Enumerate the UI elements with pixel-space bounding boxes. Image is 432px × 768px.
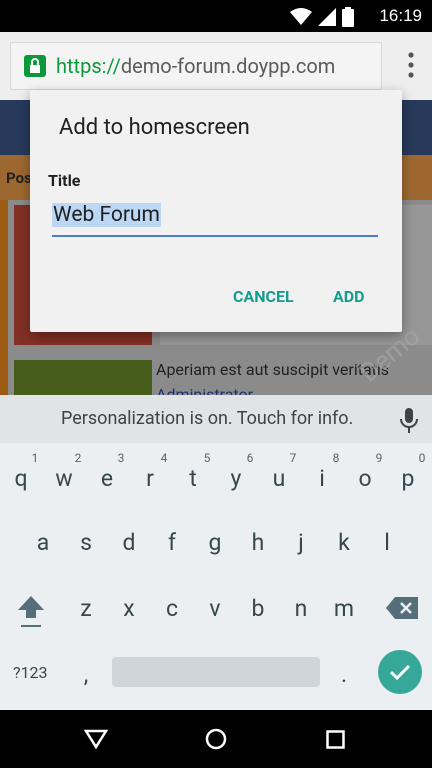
- key-k[interactable]: k: [324, 529, 364, 556]
- title-input[interactable]: Web Forum: [52, 203, 378, 237]
- key-y[interactable]: y: [216, 465, 256, 492]
- checkmark-icon: [389, 664, 411, 681]
- key-i[interactable]: i: [302, 465, 342, 492]
- key-h[interactable]: h: [238, 529, 278, 556]
- done-button[interactable]: [378, 650, 422, 694]
- key-period[interactable]: .: [324, 661, 364, 688]
- key-hint: 7: [289, 451, 297, 465]
- status-bar: 16:19: [0, 0, 432, 32]
- clock: 16:19: [379, 6, 422, 25]
- key-hint: 8: [332, 451, 340, 465]
- url-field[interactable]: https://demo-forum.doypp.com: [10, 42, 382, 90]
- url-text: https://demo-forum.doypp.com: [56, 54, 336, 78]
- navigation-bar: [0, 710, 432, 768]
- key-m[interactable]: m: [324, 595, 364, 622]
- key-hint: 0: [418, 451, 426, 465]
- title-label: Title: [48, 171, 81, 190]
- key-b[interactable]: b: [238, 595, 278, 622]
- key-a[interactable]: a: [23, 529, 63, 556]
- title-input-text: Web Forum: [52, 203, 161, 227]
- signal-icon: [318, 8, 336, 26]
- microphone-icon[interactable]: [400, 408, 418, 434]
- recents-icon[interactable]: [326, 730, 345, 749]
- key-o[interactable]: o: [345, 465, 385, 492]
- key-hint: 2: [74, 451, 82, 465]
- soft-keyboard: Personalization is on. Touch for info. q…: [0, 395, 432, 710]
- wifi-icon: [290, 8, 312, 25]
- shift-icon[interactable]: [16, 594, 46, 630]
- suggestion-text: Personalization is on. Touch for info.: [61, 408, 354, 429]
- home-icon[interactable]: [205, 728, 227, 750]
- add-button[interactable]: ADD: [333, 287, 365, 306]
- key-l[interactable]: l: [367, 529, 407, 556]
- dialog-title: Add to homescreen: [59, 115, 250, 140]
- key-t[interactable]: t: [173, 465, 213, 492]
- overflow-menu-icon[interactable]: [408, 52, 414, 82]
- key-hint: 4: [160, 451, 168, 465]
- key-hint: 9: [375, 451, 383, 465]
- key-w[interactable]: w: [44, 465, 84, 492]
- key-d[interactable]: d: [109, 529, 149, 556]
- key-f[interactable]: f: [152, 529, 192, 556]
- key-g[interactable]: g: [195, 529, 235, 556]
- symbols-key[interactable]: ?123: [13, 663, 48, 682]
- key-r[interactable]: r: [130, 465, 170, 492]
- key-hint: 6: [246, 451, 254, 465]
- suggestion-strip[interactable]: Personalization is on. Touch for info.: [0, 395, 432, 443]
- key-x[interactable]: x: [109, 595, 149, 622]
- backspace-icon[interactable]: [386, 597, 418, 619]
- back-icon[interactable]: [84, 729, 108, 749]
- lock-icon: [24, 55, 46, 77]
- key-s[interactable]: s: [66, 529, 106, 556]
- cancel-button[interactable]: CANCEL: [233, 287, 294, 306]
- add-to-homescreen-dialog: Add to homescreen Title Web Forum CANCEL…: [30, 90, 402, 332]
- key-hint: 1: [31, 451, 39, 465]
- battery-icon: [342, 7, 354, 27]
- key-comma[interactable]: ,: [66, 661, 106, 688]
- key-j[interactable]: j: [281, 529, 321, 556]
- key-n[interactable]: n: [281, 595, 321, 622]
- key-p[interactable]: p: [388, 465, 428, 492]
- key-e[interactable]: e: [87, 465, 127, 492]
- key-hint: 5: [203, 451, 211, 465]
- space-bar[interactable]: [112, 657, 320, 687]
- key-v[interactable]: v: [195, 595, 235, 622]
- key-hint: 3: [117, 451, 125, 465]
- key-q[interactable]: q: [1, 465, 41, 492]
- key-z[interactable]: z: [66, 595, 106, 622]
- key-u[interactable]: u: [259, 465, 299, 492]
- key-c[interactable]: c: [152, 595, 192, 622]
